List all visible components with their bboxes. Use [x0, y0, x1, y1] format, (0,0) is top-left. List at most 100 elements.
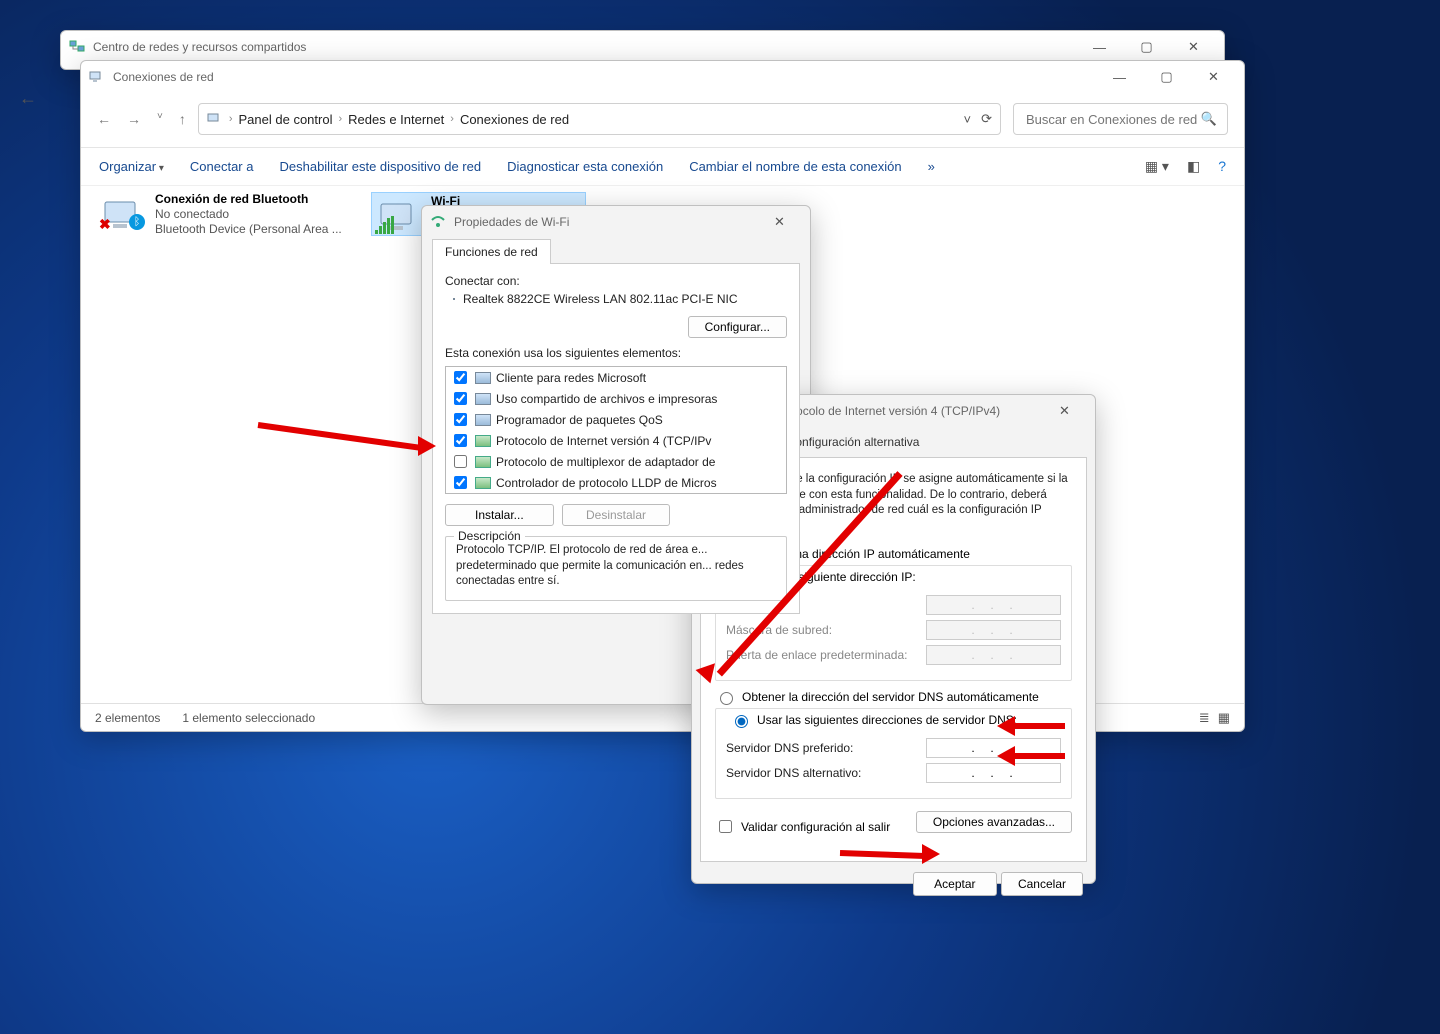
uninstall-button[interactable]: Desinstalar: [562, 504, 671, 526]
protocol-icon: [475, 435, 491, 447]
element-item[interactable]: Protocolo de Internet versión 6 (TCP/IPv: [446, 493, 786, 494]
underlying-back-arrow: ←: [19, 88, 37, 109]
protocol-icon: [475, 456, 491, 468]
nav-up-icon[interactable]: ↑: [179, 111, 186, 127]
view-mode-icon[interactable]: ▦ ▾: [1145, 158, 1169, 175]
element-item[interactable]: Uso compartido de archivos e impresoras: [446, 388, 786, 409]
dns-pref-input[interactable]: . . .: [926, 738, 1061, 758]
element-label: Controlador de protocolo LLDP de Micros: [496, 476, 717, 490]
preview-pane-icon[interactable]: ◧: [1187, 158, 1200, 175]
cancel-button[interactable]: Cancelar: [1001, 872, 1083, 896]
connect-with-label: Conectar con:: [445, 274, 787, 288]
element-label: Protocolo de Internet versión 4 (TCP/IPv: [496, 434, 711, 448]
close-button[interactable]: ✕: [1042, 397, 1087, 425]
dialog-title: Propiedades de Wi-Fi: [454, 215, 757, 229]
dns-pref-label: Servidor DNS preferido:: [726, 741, 853, 755]
install-button[interactable]: Instalar...: [445, 504, 554, 526]
connection-device: Bluetooth Device (Personal Area ...: [155, 222, 342, 236]
nav-back-icon[interactable]: ←: [97, 111, 111, 127]
element-checkbox[interactable]: [454, 434, 467, 447]
element-checkbox[interactable]: [454, 413, 467, 426]
refresh-icon[interactable]: ⟳: [981, 111, 992, 127]
adapter-icon: [453, 298, 455, 300]
breadcrumb-item[interactable]: Conexiones de red: [460, 112, 569, 127]
element-checkbox[interactable]: [454, 392, 467, 405]
element-item[interactable]: Controlador de protocolo LLDP de Micros: [446, 472, 786, 493]
description-legend: Descripción: [454, 529, 525, 543]
bluetooth-icon: ᛒ: [129, 214, 145, 230]
connection-item-bluetooth[interactable]: ✖ ᛒ Conexión de red Bluetooth No conecta…: [99, 192, 359, 236]
mask-input: . . .: [926, 620, 1061, 640]
breadcrumb-icon: [207, 111, 223, 127]
client-icon: [475, 414, 491, 426]
element-checkbox[interactable]: [454, 371, 467, 384]
mask-label: Máscara de subred:: [726, 623, 832, 637]
radio-dns-manual-label: Usar las siguientes direcciones de servi…: [757, 713, 1017, 727]
dns-alt-input[interactable]: . . .: [926, 763, 1061, 783]
cmd-overflow[interactable]: »: [928, 159, 935, 174]
wifi-signal-icon: [375, 216, 395, 234]
close-button[interactable]: ✕: [1191, 63, 1236, 91]
address-bar: ← → ˅ ↑ › Panel de control › Redes e Int…: [81, 93, 1244, 148]
advanced-button[interactable]: Opciones avanzadas...: [916, 811, 1072, 833]
breadcrumb-item[interactable]: Panel de control: [239, 112, 333, 127]
elements-listbox[interactable]: Cliente para redes Microsoft Uso comparti…: [445, 366, 787, 494]
validate-label: Validar configuración al salir: [741, 820, 890, 834]
accept-button[interactable]: Aceptar: [913, 872, 996, 896]
disconnected-icon: ✖: [99, 216, 111, 233]
breadcrumb[interactable]: › Panel de control › Redes e Internet › …: [198, 103, 1001, 135]
ip-input: . . .: [926, 595, 1061, 615]
nav-forward-icon[interactable]: →: [127, 111, 141, 127]
chevron-right-icon: ›: [338, 113, 342, 125]
tab-funciones-red[interactable]: Funciones de red: [432, 239, 551, 264]
element-checkbox[interactable]: [454, 455, 467, 468]
element-item[interactable]: Programador de paquetes QoS: [446, 409, 786, 430]
configure-button[interactable]: Configurar...: [688, 316, 787, 338]
minimize-button[interactable]: —: [1077, 33, 1122, 61]
status-selected: 1 elemento seleccionado: [182, 711, 315, 725]
adapter-name: Realtek 8822CE Wireless LAN 802.11ac PCI…: [463, 292, 738, 306]
gw-label: Puerta de enlace predeterminada:: [726, 648, 907, 662]
element-label: Programador de paquetes QoS: [496, 413, 663, 427]
breadcrumb-item[interactable]: Redes e Internet: [348, 112, 444, 127]
element-label: Protocolo de multiplexor de adaptador de: [496, 455, 715, 469]
maximize-button[interactable]: ▢: [1144, 63, 1189, 91]
view-details-icon[interactable]: ≣: [1199, 710, 1210, 726]
client-icon: [475, 393, 491, 405]
cmd-conectar[interactable]: Conectar a: [190, 159, 254, 174]
gw-input: . . .: [926, 645, 1061, 665]
elements-label: Esta conexión usa los siguientes element…: [445, 346, 787, 360]
network-connections-icon: [89, 69, 105, 85]
client-icon: [475, 372, 491, 384]
radio-dns-auto[interactable]: [720, 692, 733, 705]
network-center-icon: [69, 39, 85, 55]
wifi-prop-icon: [430, 214, 446, 230]
cmd-renombrar[interactable]: Cambiar el nombre de esta conexión: [689, 159, 901, 174]
view-large-icon[interactable]: ▦: [1218, 710, 1230, 726]
radio-dns-manual[interactable]: [735, 715, 748, 728]
search-icon: 🔍: [1201, 111, 1217, 127]
element-item[interactable]: Protocolo de Internet versión 4 (TCP/IPv: [446, 430, 786, 451]
search-input[interactable]: 🔍: [1013, 103, 1228, 135]
element-item[interactable]: Protocolo de multiplexor de adaptador de: [446, 451, 786, 472]
minimize-button[interactable]: —: [1097, 63, 1142, 91]
maximize-button[interactable]: ▢: [1124, 33, 1169, 61]
cmd-organizar[interactable]: Organizar: [99, 159, 164, 174]
breadcrumb-dropdown-icon[interactable]: ˅: [964, 112, 972, 127]
element-item[interactable]: Cliente para redes Microsoft: [446, 367, 786, 388]
protocol-icon: [475, 477, 491, 489]
cmd-deshabilitar[interactable]: Deshabilitar este dispositivo de red: [279, 159, 481, 174]
nav-recent-icon[interactable]: ˅: [157, 111, 163, 127]
validate-checkbox[interactable]: [719, 820, 732, 833]
window-title: Conexiones de red: [113, 70, 1097, 84]
help-icon[interactable]: ?: [1218, 158, 1226, 175]
search-field[interactable]: [1024, 111, 1201, 128]
command-bar: Organizar Conectar a Deshabilitar este d…: [81, 148, 1244, 186]
radio-dns-auto-label: Obtener la dirección del servidor DNS au…: [742, 690, 1039, 704]
close-button[interactable]: ✕: [1171, 33, 1216, 61]
element-checkbox[interactable]: [454, 476, 467, 489]
element-label: Cliente para redes Microsoft: [496, 371, 646, 385]
close-button[interactable]: ✕: [757, 208, 802, 236]
cmd-diagnosticar[interactable]: Diagnosticar esta conexión: [507, 159, 663, 174]
connection-name: Conexión de red Bluetooth: [155, 192, 342, 206]
